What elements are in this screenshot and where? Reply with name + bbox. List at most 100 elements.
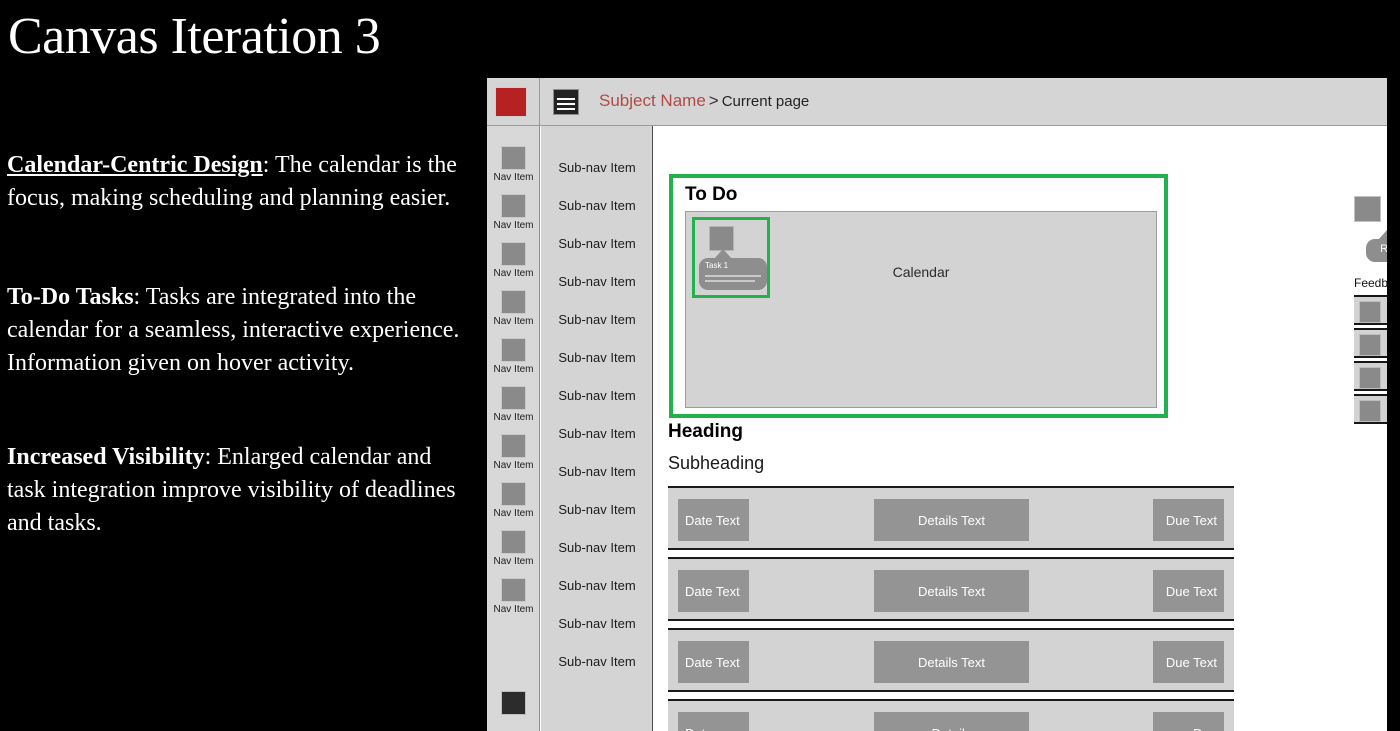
sub-nav-item[interactable]: Sub-nav Item bbox=[541, 388, 653, 403]
sub-nav-item[interactable]: Sub-nav Item bbox=[541, 616, 653, 631]
nav-item[interactable]: Nav Item bbox=[487, 242, 540, 279]
row-details-cell: Details Text bbox=[874, 570, 1029, 612]
bullet-paragraph-1: Calendar-Centric Design: The calendar is… bbox=[7, 149, 472, 215]
nav-item[interactable]: Nav Item bbox=[487, 482, 540, 519]
feedback-list: XXXX bbox=[1354, 295, 1387, 427]
sub-nav-item[interactable]: Sub-nav Item bbox=[541, 502, 653, 517]
nav-item-label: Nav Item bbox=[493, 604, 534, 615]
row-date-cell: Date Text bbox=[678, 570, 749, 612]
nav-item-label: Nav Item bbox=[493, 412, 534, 423]
sub-nav-item[interactable]: Sub-nav Item bbox=[541, 654, 653, 669]
feedback-thumbnail-icon bbox=[1359, 367, 1381, 389]
row-due-cell: Due Text bbox=[1153, 499, 1224, 541]
brand-logo-icon[interactable] bbox=[495, 87, 527, 117]
section-heading: Heading bbox=[668, 421, 743, 442]
nav-item[interactable]: Nav Item bbox=[487, 386, 540, 423]
table-row[interactable]: Date Text Details Text Due Text bbox=[668, 628, 1234, 692]
calendar-widget[interactable]: Calendar Task 1 bbox=[685, 211, 1157, 408]
nav-item-label: Nav Item bbox=[493, 172, 534, 183]
nav-item-label: Nav Item bbox=[493, 268, 534, 279]
feedback-row[interactable]: X bbox=[1354, 295, 1387, 325]
sub-nav-item[interactable]: Sub-nav Item bbox=[541, 160, 653, 175]
nav-item[interactable]: Nav Item bbox=[487, 194, 540, 231]
nav-item-icon bbox=[501, 386, 526, 410]
tooltip-arrow-icon bbox=[714, 249, 732, 259]
tooltip-arrow-icon bbox=[1378, 230, 1387, 240]
sub-nav-item[interactable]: Sub-nav Item bbox=[541, 274, 653, 289]
breadcrumb-subject-link[interactable]: Subject Name bbox=[599, 91, 706, 110]
row-due-cell: Due bbox=[1153, 712, 1224, 731]
nav-item-icon bbox=[501, 194, 526, 218]
table-row[interactable]: Date Text Details Text Due Text bbox=[668, 486, 1234, 550]
row-date-cell: Date Text bbox=[678, 641, 749, 683]
rail-icon-1[interactable] bbox=[1354, 196, 1381, 222]
row-date-cell: Date Text bbox=[678, 499, 749, 541]
nav-item-label: Nav Item bbox=[493, 316, 534, 327]
nav-collapse-icon[interactable] bbox=[501, 691, 526, 715]
bullet-2-lead: To-Do Tasks bbox=[7, 284, 134, 310]
wireframe-mockup: Subject Name > Current page Nav Item Nav It… bbox=[487, 78, 1387, 731]
nav-item-label: Nav Item bbox=[493, 556, 534, 567]
sub-nav-item[interactable]: Sub-nav Item bbox=[541, 312, 653, 327]
todo-title: To Do bbox=[685, 184, 738, 205]
nav-item-label: Nav Item bbox=[493, 364, 534, 375]
nav-item[interactable]: Nav Item bbox=[487, 434, 540, 471]
sub-nav-item[interactable]: Sub-nav Item bbox=[541, 198, 653, 213]
assignment-table: Date Text Details Text Due Text Date Text De… bbox=[668, 486, 1234, 731]
row-due-cell: Due Text bbox=[1153, 641, 1224, 683]
task-thumbnail-icon bbox=[709, 226, 734, 251]
page-title: Canvas Iteration 3 bbox=[8, 8, 381, 65]
sub-nav-item[interactable]: Sub-nav Item bbox=[541, 578, 653, 593]
nav-item-icon bbox=[501, 434, 526, 458]
feedback-row[interactable]: X bbox=[1354, 328, 1387, 358]
nav-item-icon bbox=[501, 482, 526, 506]
row-details-cell: Details bbox=[874, 712, 1029, 731]
nav-item-icon bbox=[501, 146, 526, 170]
todo-panel: To Do Calendar Task 1 bbox=[669, 174, 1168, 418]
feedback-row[interactable]: X bbox=[1354, 394, 1387, 424]
breadcrumb: Subject Name > Current page bbox=[599, 91, 809, 111]
sub-nav-item[interactable]: Sub-nav Item bbox=[541, 540, 653, 555]
calendar-task-cell[interactable]: Task 1 bbox=[692, 217, 770, 298]
task-tooltip-label: Task 1 bbox=[705, 261, 729, 270]
tooltip-text-line bbox=[705, 280, 755, 282]
feedback-row[interactable]: X bbox=[1354, 361, 1387, 391]
nav-item-icon bbox=[501, 242, 526, 266]
breadcrumb-current-page: Current page bbox=[721, 93, 810, 110]
sub-nav-item[interactable]: Sub-nav Item bbox=[541, 236, 653, 251]
bullet-paragraph-2: To-Do Tasks: Tasks are integrated into t… bbox=[7, 281, 472, 380]
logo-cell bbox=[487, 78, 540, 126]
bullet-3-lead: Increased Visibility bbox=[7, 444, 205, 470]
sub-nav-item[interactable]: Sub-nav Item bbox=[541, 464, 653, 479]
task-hover-tooltip: Task 1 bbox=[699, 249, 767, 290]
row-due-cell: Due Text bbox=[1153, 570, 1224, 612]
sub-nav-item[interactable]: Sub-nav Item bbox=[541, 350, 653, 365]
row-date-cell: Date bbox=[678, 712, 749, 731]
nav-item[interactable]: Nav Item bbox=[487, 146, 540, 183]
nav-item[interactable]: Nav Item bbox=[487, 578, 540, 615]
feedback-thumbnail-icon bbox=[1359, 400, 1381, 422]
nav-item[interactable]: Nav Item bbox=[487, 290, 540, 327]
table-row[interactable]: Date Text Details Text Due Text bbox=[668, 557, 1234, 621]
nav-item[interactable]: Nav Item bbox=[487, 530, 540, 567]
slide-text-panel: Canvas Iteration 3 Calendar-Centric Desi… bbox=[0, 0, 487, 731]
nav-item-label: Nav Item bbox=[493, 508, 534, 519]
app-topbar: Subject Name > Current page bbox=[487, 78, 1387, 126]
slide-canvas: Canvas Iteration 3 Calendar-Centric Desi… bbox=[0, 0, 1400, 731]
nav-item-label: Nav Item bbox=[493, 460, 534, 471]
nav-item-icon bbox=[501, 290, 526, 314]
nav-item-icon bbox=[501, 530, 526, 554]
breadcrumb-separator: > bbox=[708, 91, 719, 110]
table-row[interactable]: Date Details Due bbox=[668, 699, 1234, 731]
row-details-cell: Details Text bbox=[874, 641, 1029, 683]
feedback-label: Feedback bbox=[1354, 276, 1387, 290]
hamburger-icon[interactable] bbox=[553, 89, 579, 115]
nav-item-label: Nav Item bbox=[493, 220, 534, 231]
sub-nav-item[interactable]: Sub-nav Item bbox=[541, 426, 653, 441]
tooltip-text-line bbox=[705, 275, 761, 277]
announcements-tooltip: Recent Announcements bbox=[1366, 230, 1387, 262]
nav-item-icon bbox=[501, 338, 526, 362]
nav-item[interactable]: Nav Item bbox=[487, 338, 540, 375]
sub-nav-column: Sub-nav Item Sub-nav Item Sub-nav Item Sub-… bbox=[541, 126, 653, 731]
primary-nav-column: Nav Item Nav Item Nav Item Nav Item Nav Item… bbox=[487, 126, 540, 731]
